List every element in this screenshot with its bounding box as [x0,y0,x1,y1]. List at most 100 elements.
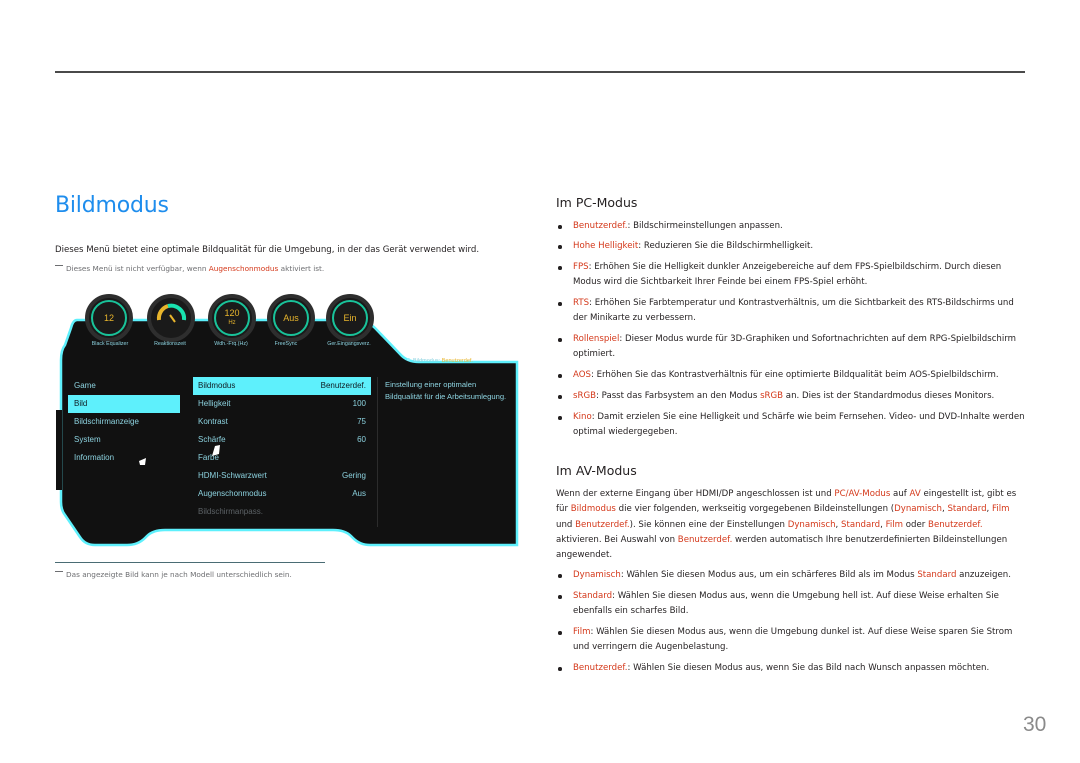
dial-input-lag[interactable]: Ein [326,294,374,342]
term: Dynamisch [573,570,621,580]
paragraph-text: ). Sie können eine der Einstellungen [629,519,788,530]
paragraph-text: die vier folgenden, werkseitig vorgegebe… [615,504,895,515]
osd-category-bild[interactable]: Bild [68,395,180,413]
av-mode-paragraph: Wenn der externe Eingang über HDMI/DP an… [556,487,1026,563]
list-item: Rollenspiel: Dieser Modus wurde für 3D-G… [556,332,1026,362]
desc: anzuzeigen. [956,570,1011,580]
desc: : Reduzieren Sie die Bildschirmhelligkei… [638,241,814,251]
setting-label: HDMI-Schwarzwert [198,471,267,480]
dial-label: Reaktionszeit [154,341,186,347]
desc: : Bildschirmeinstellungen anpassen. [627,221,783,231]
term: Standard [573,591,613,601]
dial-value: Ein [343,313,357,323]
osd-setting-helligkeit[interactable]: Helligkeit 100 [193,395,371,413]
osd-setting-bildschirmanpass: Bildschirmanpass. [193,503,371,521]
top-rule [55,71,1025,73]
highlight-term: Dynamisch [787,519,836,530]
list-item: Kino: Damit erzielen Sie eine Helligkeit… [556,410,1026,440]
dial-label: FreeSync [274,341,298,347]
pc-mode-list: Benutzerdef.: Bildschirmeinstellungen an… [556,219,1026,440]
list-item: RTS: Erhöhen Sie Farbtemperatur und Kont… [556,296,1026,326]
setting-value: Benutzerdef. [320,381,366,390]
term: Benutzerdef. [573,663,628,673]
desc: : Wählen Sie diesen Modus aus, wenn Sie … [627,663,990,673]
note-dash [55,265,63,266]
highlight-term: PC/AV-Modus [834,489,891,499]
paragraph-text: oder [903,519,929,530]
desc: an. Dies ist der Standardmodus dieses Mo… [783,391,995,401]
gauge-icon [156,303,187,323]
osd-category-information[interactable]: Information [68,449,180,467]
osd-setting-kontrast[interactable]: Kontrast 75 [193,413,371,431]
osd-setting-bildmodus[interactable]: Bildmodus Benutzerdef. [193,377,371,395]
setting-value: 60 [357,435,366,444]
dial-black-equalizer[interactable]: 12 [85,294,133,342]
dial-reaktionszeit[interactable] [147,294,195,342]
desc: : Erhöhen Sie die Helligkeit dunkler Anz… [573,262,1002,287]
status-value: Benutzerdef. [441,358,473,364]
note-dash [55,571,63,572]
osd-divider [377,377,378,527]
list-item: Benutzerdef.: Wählen Sie diesen Modus au… [556,661,1026,676]
desc: : Erhöhen Sie das Kontrastverhältnis für… [590,370,999,380]
av-mode-list: Dynamisch: Wählen Sie diesen Modus aus, … [556,568,1026,676]
paragraph-text: und [556,519,576,530]
paragraph-text: Wenn der externe Eingang über HDMI/DP an… [556,489,835,499]
osd-category-system[interactable]: System [68,431,180,449]
term: sRGB [573,391,597,401]
note-highlight: Augenschonmodus [208,264,279,273]
highlight-term: AV [909,489,921,499]
osd-setting-hdmi-schwarzwert[interactable]: HDMI-Schwarzwert Gering [193,467,371,485]
highlight-term: Standard [947,504,987,515]
page-number: 30 [1023,713,1047,736]
highlight-term: Standard [841,519,881,530]
highlight-term: Bildmodus [570,504,616,515]
paragraph-text: aktivieren. Bei Auswahl von [556,534,678,545]
availability-note: Dieses Menü ist nicht verfügbar, wenn Au… [55,264,324,273]
setting-label: Helligkeit [198,399,231,408]
intro-text: Dieses Menü bietet eine optimale Bildqua… [55,245,480,255]
setting-value: 100 [352,399,366,408]
footnote-rule [55,562,325,563]
osd-setting-augenschonmodus[interactable]: Augenschonmodus Aus [193,485,371,503]
osd-category-game[interactable]: Game [68,377,180,395]
dial-freesync[interactable]: Aus [267,294,315,342]
list-item: Standard: Wählen Sie diesen Modus aus, w… [556,589,1026,619]
term: Film [573,627,591,637]
pointer-cursor-icon [139,458,146,465]
list-item: FPS: Erhöhen Sie die Helligkeit dunkler … [556,260,1026,290]
setting-label: Bildschirmanpass. [198,507,263,516]
status-label: Bildmodus: [413,358,441,364]
status-dot-icon [407,358,410,361]
desc: : Wählen Sie diesen Modus aus, wenn die … [573,627,1013,652]
desc: : Wählen Sie diesen Modus aus, um ein sc… [620,570,918,580]
desc: : Passt das Farbsystem an den Modus [596,391,761,401]
term: sRGB [760,391,784,401]
osd-category-list: Game Bild Bildschirmanzeige System Infor… [68,377,180,467]
osd-category-bildschirmanzeige[interactable]: Bildschirmanzeige [68,413,180,431]
desc: : Dieser Modus wurde für 3D-Graphiken un… [573,334,1017,359]
setting-label: Kontrast [198,417,228,426]
pointer-cursor-icon [212,445,220,456]
highlight-term: Benutzerdef. [575,519,630,530]
list-item: AOS: Erhöhen Sie das Kontrastverhältnis … [556,368,1026,383]
term: RTS [573,298,590,308]
term: AOS [573,370,591,380]
dial-label: Ger.Eingangsverz. [327,341,371,347]
osd-description: Einstellung einer optimalen Bildqualität… [385,380,507,401]
list-item: Benutzerdef.: Bildschirmeinstellungen an… [556,219,1026,234]
setting-label: Augenschonmodus [198,489,267,498]
setting-value: Aus [352,489,366,498]
term: FPS [573,262,589,272]
dial-refresh-rate[interactable]: 120 Hz [208,294,256,342]
list-item: sRGB: Passt das Farbsystem an den Modus … [556,389,1026,404]
section-title: Bildmodus [55,193,169,218]
list-item: Film: Wählen Sie diesen Modus aus, wenn … [556,625,1026,655]
note-text-end: aktiviert ist. [278,264,325,273]
list-item: Dynamisch: Wählen Sie diesen Modus aus, … [556,568,1026,583]
pc-mode-heading: Im PC-Modus [556,195,638,210]
desc: : Erhöhen Sie Farbtemperatur und Kontras… [573,298,1014,323]
footnote-text: Das angezeigte Bild kann je nach Modell … [66,570,292,579]
term: Standard [917,570,957,580]
dial-value: 12 [103,313,114,323]
